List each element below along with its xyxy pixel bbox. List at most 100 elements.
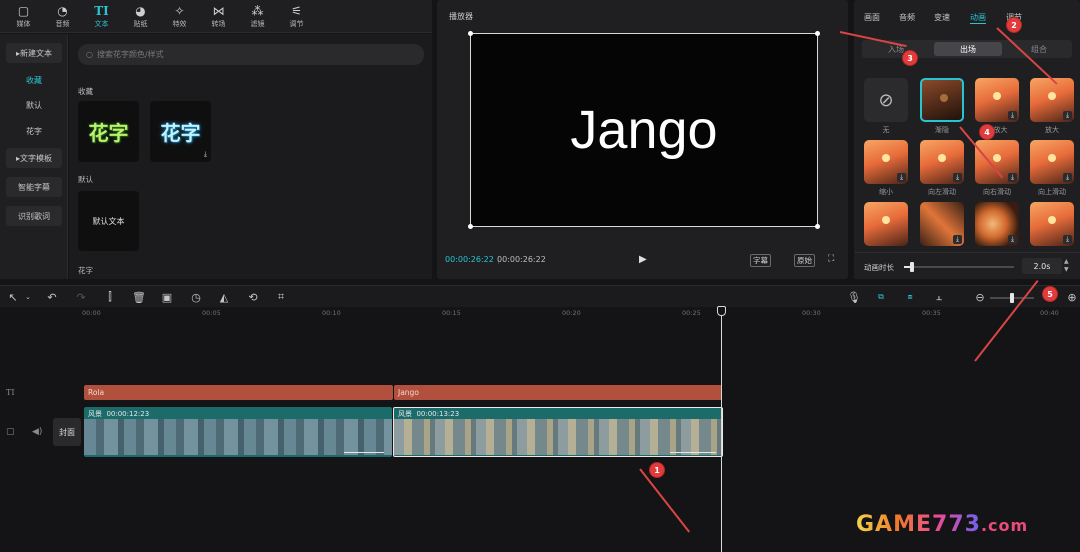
reverse-icon[interactable]: ◷ xyxy=(188,289,204,305)
microphone-icon[interactable]: 🎙 xyxy=(846,289,862,305)
linkage-icon[interactable]: ⧈ xyxy=(902,289,918,305)
anim-option-zoom-fade[interactable]: ⤓ xyxy=(975,78,1019,122)
download-icon: ⤓ xyxy=(1008,173,1017,182)
tab-effects[interactable]: ✧ 特效 xyxy=(160,0,199,33)
duration-input[interactable]: 2.0s xyxy=(1022,258,1062,274)
zoom-in-icon[interactable]: ⊕ xyxy=(1064,289,1080,305)
ratio-button[interactable]: 原始 xyxy=(794,254,815,267)
tab-animation[interactable]: 动画 xyxy=(970,12,986,24)
tab-picture[interactable]: 画面 xyxy=(864,12,880,23)
mute-icon[interactable]: ◀) xyxy=(32,427,42,437)
sidebar-item-auto-captions[interactable]: 智能字幕 xyxy=(6,177,62,197)
preview-canvas[interactable]: Jango xyxy=(468,31,820,229)
playhead[interactable] xyxy=(721,308,722,552)
tab-transition[interactable]: ⋈ 转场 xyxy=(199,0,238,33)
anim-label: 渐隐 xyxy=(935,126,949,134)
canvas-text[interactable]: Jango xyxy=(471,34,817,226)
anim-option-slide-up[interactable]: ⤓ xyxy=(1030,140,1074,184)
duration-stepper[interactable]: ▲ ▼ xyxy=(1064,258,1069,274)
search-input[interactable]: ○ 搜索花字颜色/样式 xyxy=(78,44,424,65)
ruler-tick: 00:00 xyxy=(82,309,101,317)
tab-media[interactable]: ▢ 媒体 xyxy=(4,0,43,33)
anim-option-none[interactable]: ⊘ xyxy=(864,78,908,122)
audio-icon: ◔ xyxy=(57,3,68,18)
undo-icon[interactable]: ↶ xyxy=(44,289,60,305)
anim-option-shrink[interactable]: ⤓ xyxy=(864,140,908,184)
sidebar-item-favorites[interactable]: 收藏 xyxy=(6,70,62,90)
anim-option[interactable]: ⤓ xyxy=(975,202,1019,246)
anim-option-fade[interactable] xyxy=(920,78,964,122)
download-icon: ⤓ xyxy=(953,173,962,182)
crop-icon[interactable]: ⌗ xyxy=(273,289,289,305)
media-toolbar: ▢ 媒体 ◔ 音频 TI 文本 ◕ 贴纸 ✧ 特效 ⋈ 转场 ⁂ 滤镜 ⚟ 调节 xyxy=(0,0,432,33)
effects-icon: ✧ xyxy=(174,3,185,18)
delete-icon[interactable]: 🗑 xyxy=(131,289,147,305)
duration-label: 动画时长 xyxy=(864,263,894,272)
tab-adjust[interactable]: ⚟ 调节 xyxy=(277,0,316,33)
auto-snap-icon[interactable]: ⧉ xyxy=(873,289,889,305)
clip-name: 风景 xyxy=(398,410,412,418)
split-icon[interactable]: ⫿ xyxy=(102,289,118,305)
clip-name: 风景 xyxy=(88,410,102,418)
fancy-text-tile[interactable]: 花字 ⤓ xyxy=(150,101,211,162)
tab-audio[interactable]: ◔ 音频 xyxy=(43,0,82,33)
video-clip-selected[interactable]: 风景 00:00:13:23 xyxy=(393,407,723,457)
ruler-tick: 00:35 xyxy=(922,309,941,317)
sidebar-item-lyrics[interactable]: 识别歌词 xyxy=(6,206,62,226)
filter-icon: ⁂ xyxy=(251,3,264,18)
play-icon[interactable]: ▶ xyxy=(639,254,647,265)
chevron-down-icon[interactable]: ⌄ xyxy=(20,289,36,305)
sticker-icon: ◕ xyxy=(135,3,146,18)
default-text-tile[interactable]: 默认文本 xyxy=(78,191,139,251)
tab-sticker[interactable]: ◕ 贴纸 xyxy=(121,0,160,33)
sidebar-item-fancy[interactable]: 花字 xyxy=(6,121,62,141)
zoom-out-icon[interactable]: ⊖ xyxy=(972,289,988,305)
fullscreen-icon[interactable]: ⛶ xyxy=(828,254,834,264)
subtitle-button[interactable]: 字幕 xyxy=(750,254,771,267)
fancy-text-tile[interactable]: 花字 xyxy=(78,101,139,162)
tab-filter[interactable]: ⁂ 滤镜 xyxy=(238,0,277,33)
video-clip[interactable]: 风景 00:00:12:23 xyxy=(84,407,392,457)
zoom-slider[interactable] xyxy=(990,293,1034,303)
text-sidebar: ▸ 新建文本 收藏 默认 花字 ▸ 文字模板 智能字幕 识别歌词 xyxy=(0,34,68,279)
anim-option[interactable] xyxy=(864,202,908,246)
anim-option-zoom[interactable]: ⤓ xyxy=(1030,78,1074,122)
tab-audio-props[interactable]: 音频 xyxy=(899,12,915,23)
resize-handle[interactable] xyxy=(815,224,820,229)
sidebar-item-templates[interactable]: ▸ 文字模板 xyxy=(6,148,62,168)
playhead-handle[interactable] xyxy=(717,306,726,316)
annotation-badge: 4 xyxy=(980,125,994,139)
text-library: ○ 搜索花字颜色/样式 收藏 花字 花字 ⤓ 默认 默认文本 花字 xyxy=(69,34,432,279)
sidebar-item-new-text[interactable]: ▸ 新建文本 xyxy=(6,43,62,63)
resize-handle[interactable] xyxy=(815,31,820,36)
mirror-icon[interactable]: ◭ xyxy=(216,289,232,305)
text-clip[interactable]: Jango xyxy=(394,385,722,400)
redo-icon[interactable]: ↷ xyxy=(73,289,89,305)
select-tool-icon[interactable]: ↖ xyxy=(5,289,21,305)
rotate-icon[interactable]: ⟲ xyxy=(245,289,261,305)
anim-option-slide-left[interactable]: ⤓ xyxy=(920,140,964,184)
timeline-ruler[interactable]: 00:00 00:05 00:10 00:15 00:20 00:25 00:3… xyxy=(82,307,1080,321)
transition-icon: ⋈ xyxy=(212,3,225,18)
resize-handle[interactable] xyxy=(468,31,473,36)
none-icon: ⊘ xyxy=(878,89,894,111)
resize-handle[interactable] xyxy=(468,224,473,229)
tab-text[interactable]: TI 文本 xyxy=(82,0,121,33)
clip-duration: 00:00:13:23 xyxy=(416,410,460,418)
video-track-icon: ▢ xyxy=(6,427,15,437)
freeze-icon[interactable]: ▣ xyxy=(159,289,175,305)
text-clip[interactable]: Rola xyxy=(84,385,393,400)
search-icon: ○ xyxy=(86,50,93,59)
preview-axis-icon[interactable]: ⫠ xyxy=(931,289,947,305)
text-icon: TI xyxy=(94,3,109,18)
cover-button[interactable]: 封面 xyxy=(53,418,81,446)
tab-speed[interactable]: 变速 xyxy=(934,12,950,23)
slider-handle[interactable] xyxy=(909,262,914,272)
anim-option[interactable]: ⤓ xyxy=(1030,202,1074,246)
subtab-out[interactable]: 出场 xyxy=(934,42,1002,56)
duration-slider[interactable] xyxy=(904,262,1014,272)
anim-option-slide-right[interactable]: ⤓ xyxy=(975,140,1019,184)
slider-handle[interactable] xyxy=(1010,293,1014,303)
sidebar-item-default[interactable]: 默认 xyxy=(6,95,62,115)
anim-option[interactable]: ⤓ xyxy=(920,202,964,246)
